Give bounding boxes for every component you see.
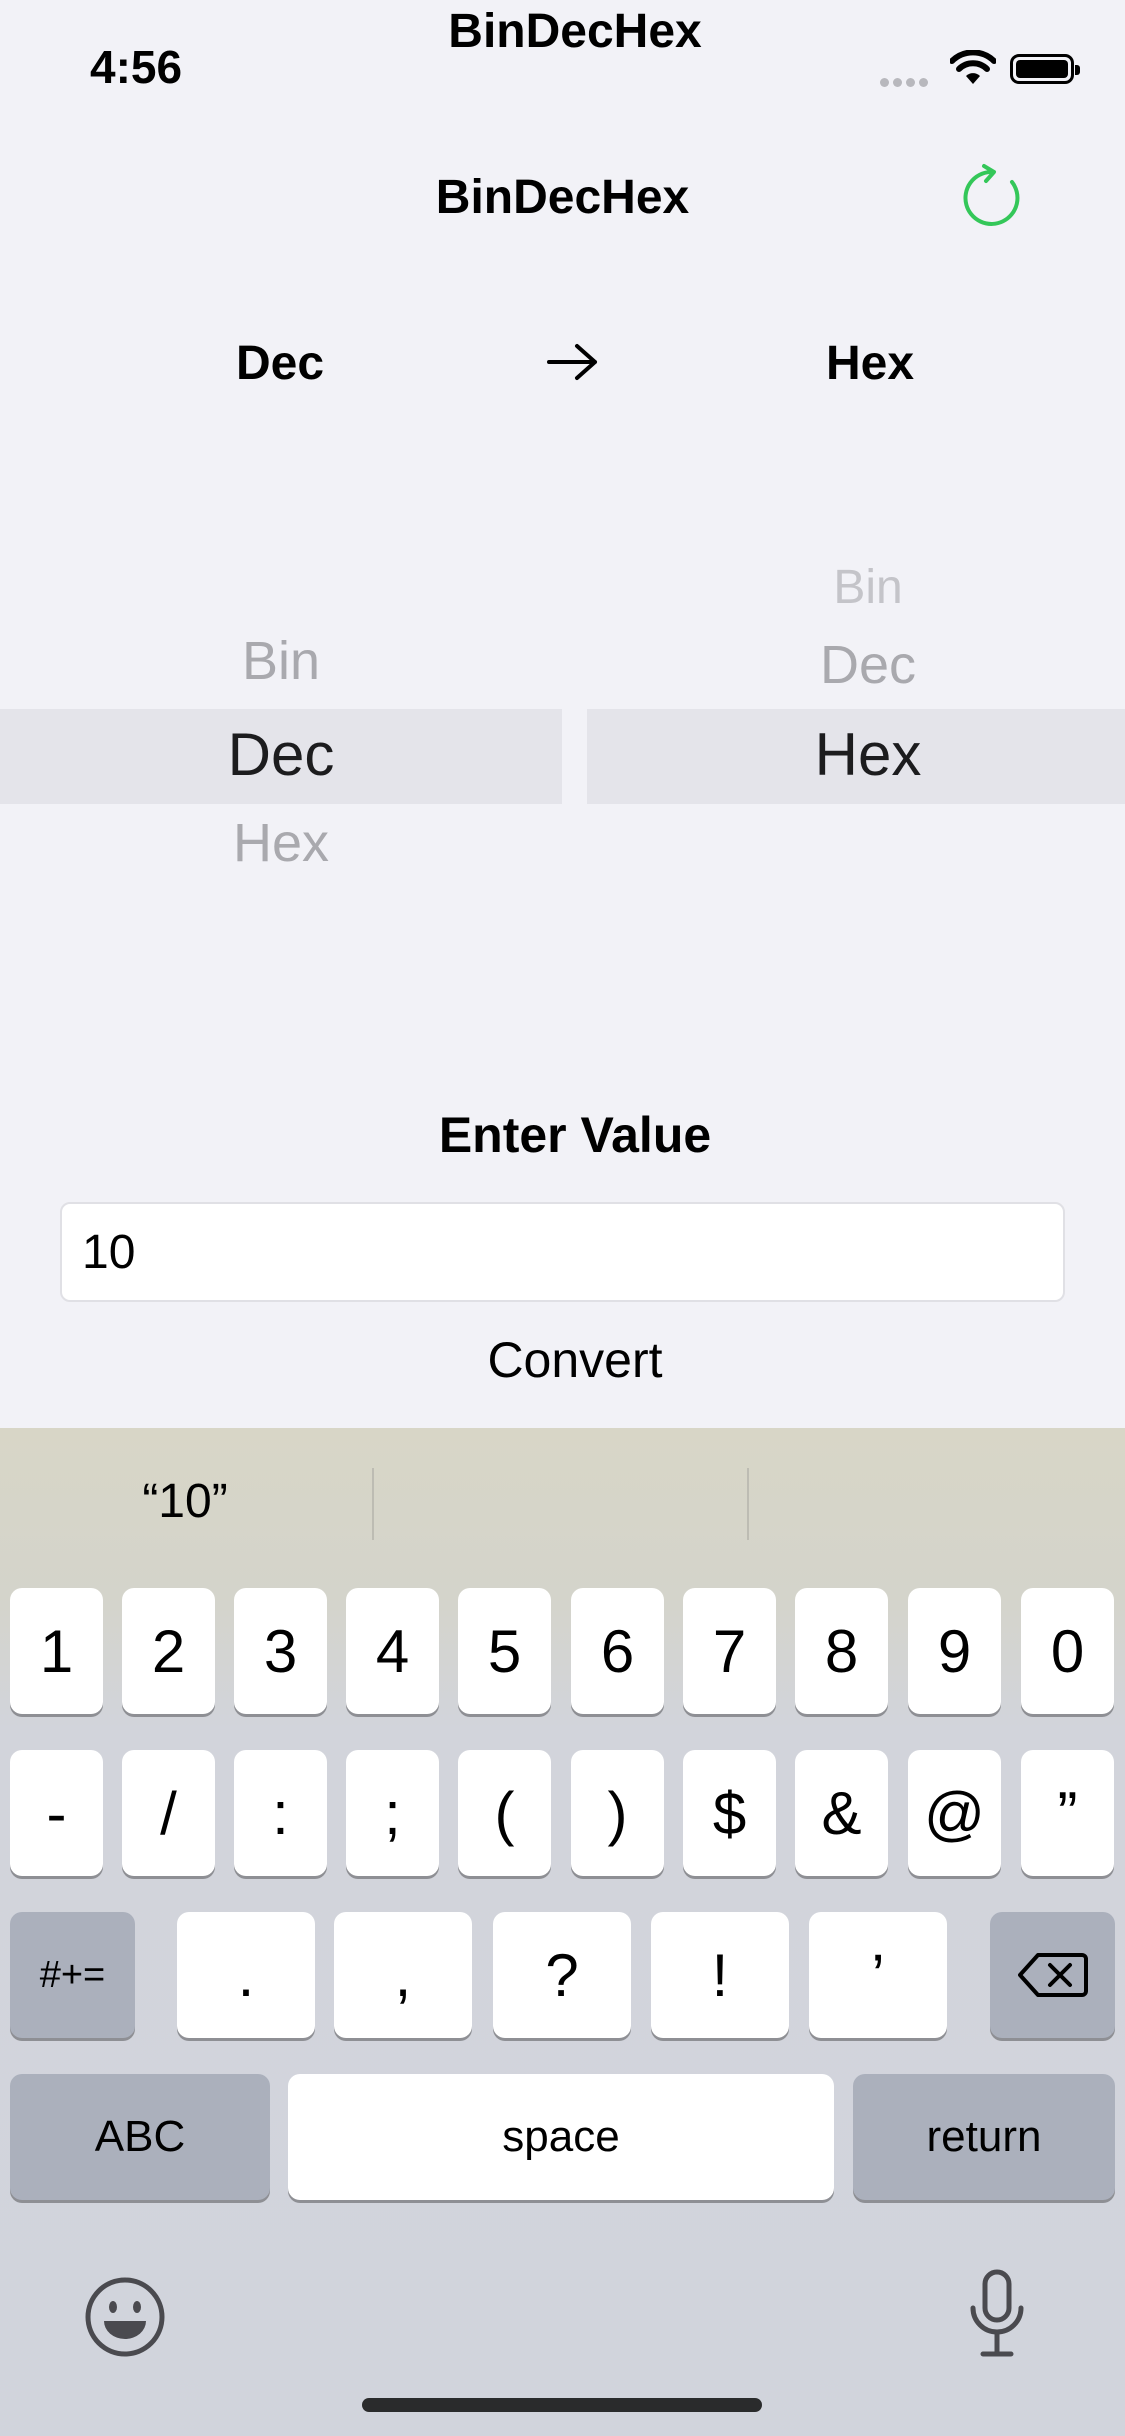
wifi-icon bbox=[950, 50, 996, 84]
cellular-signal-icon bbox=[880, 74, 932, 92]
direction-from: Dec bbox=[235, 337, 325, 390]
key-close-paren[interactable]: ) bbox=[571, 1750, 664, 1876]
key-comma[interactable]: , bbox=[334, 1912, 472, 2038]
key-dollar[interactable]: $ bbox=[683, 1750, 776, 1876]
refresh-icon[interactable] bbox=[960, 162, 1030, 232]
delete-key[interactable] bbox=[990, 1912, 1115, 2038]
key-space[interactable]: space bbox=[288, 2074, 834, 2200]
key-slash[interactable]: / bbox=[122, 1750, 215, 1876]
key-1[interactable]: 1 bbox=[10, 1588, 103, 1714]
key-colon[interactable]: : bbox=[234, 1750, 327, 1876]
key-exclamation[interactable]: ! bbox=[651, 1912, 789, 2038]
left-picker-option-bin[interactable]: Bin bbox=[81, 630, 481, 692]
key-question[interactable]: ? bbox=[493, 1912, 631, 2038]
suggestion-item[interactable]: “10” bbox=[0, 1474, 370, 1529]
key-apostrophe[interactable]: ’ bbox=[809, 1912, 947, 2038]
key-0[interactable]: 0 bbox=[1021, 1588, 1114, 1714]
key-6[interactable]: 6 bbox=[571, 1588, 664, 1714]
key-at[interactable]: @ bbox=[908, 1750, 1001, 1876]
convert-button[interactable]: Convert bbox=[0, 1330, 1125, 1390]
direction-to: Hex bbox=[825, 337, 915, 390]
backspace-icon bbox=[1017, 1953, 1088, 1997]
microphone-icon[interactable] bbox=[965, 2268, 1029, 2360]
key-9[interactable]: 9 bbox=[908, 1588, 1001, 1714]
key-2[interactable]: 2 bbox=[122, 1588, 215, 1714]
key-3[interactable]: 3 bbox=[234, 1588, 327, 1714]
key-8[interactable]: 8 bbox=[795, 1588, 888, 1714]
right-arrow-icon bbox=[547, 344, 597, 380]
key-5[interactable]: 5 bbox=[458, 1588, 551, 1714]
right-picker-option-dec[interactable]: Dec bbox=[668, 634, 1068, 696]
value-input[interactable] bbox=[60, 1202, 1065, 1302]
key-quote[interactable]: ” bbox=[1021, 1750, 1114, 1876]
left-picker-option-dec[interactable]: Dec bbox=[81, 720, 481, 789]
right-picker-option-hex[interactable]: Hex bbox=[668, 720, 1068, 789]
suggestion-bar: “10” bbox=[0, 1428, 1125, 1578]
right-picker-option-bin[interactable]: Bin bbox=[668, 560, 1068, 615]
key-semicolon[interactable]: ; bbox=[346, 1750, 439, 1876]
enter-value-label: Enter Value bbox=[438, 1107, 712, 1163]
key-abc[interactable]: ABC bbox=[10, 2074, 270, 2200]
key-period[interactable]: . bbox=[177, 1912, 315, 2038]
key-ampersand[interactable]: & bbox=[795, 1750, 888, 1876]
left-picker-option-hex[interactable]: Hex bbox=[81, 812, 481, 874]
key-more-symbols[interactable]: #+= bbox=[10, 1912, 135, 2038]
home-indicator bbox=[362, 2398, 762, 2412]
key-7[interactable]: 7 bbox=[683, 1588, 776, 1714]
emoji-icon[interactable] bbox=[84, 2276, 166, 2358]
nav-title: BinDecHex bbox=[435, 171, 690, 224]
key-open-paren[interactable]: ( bbox=[458, 1750, 551, 1876]
key-return[interactable]: return bbox=[853, 2074, 1115, 2200]
key-hyphen[interactable]: - bbox=[10, 1750, 103, 1876]
suggestion-divider bbox=[747, 1468, 749, 1540]
key-4[interactable]: 4 bbox=[346, 1588, 439, 1714]
suggestion-divider bbox=[372, 1468, 374, 1540]
battery-icon bbox=[1010, 54, 1080, 84]
